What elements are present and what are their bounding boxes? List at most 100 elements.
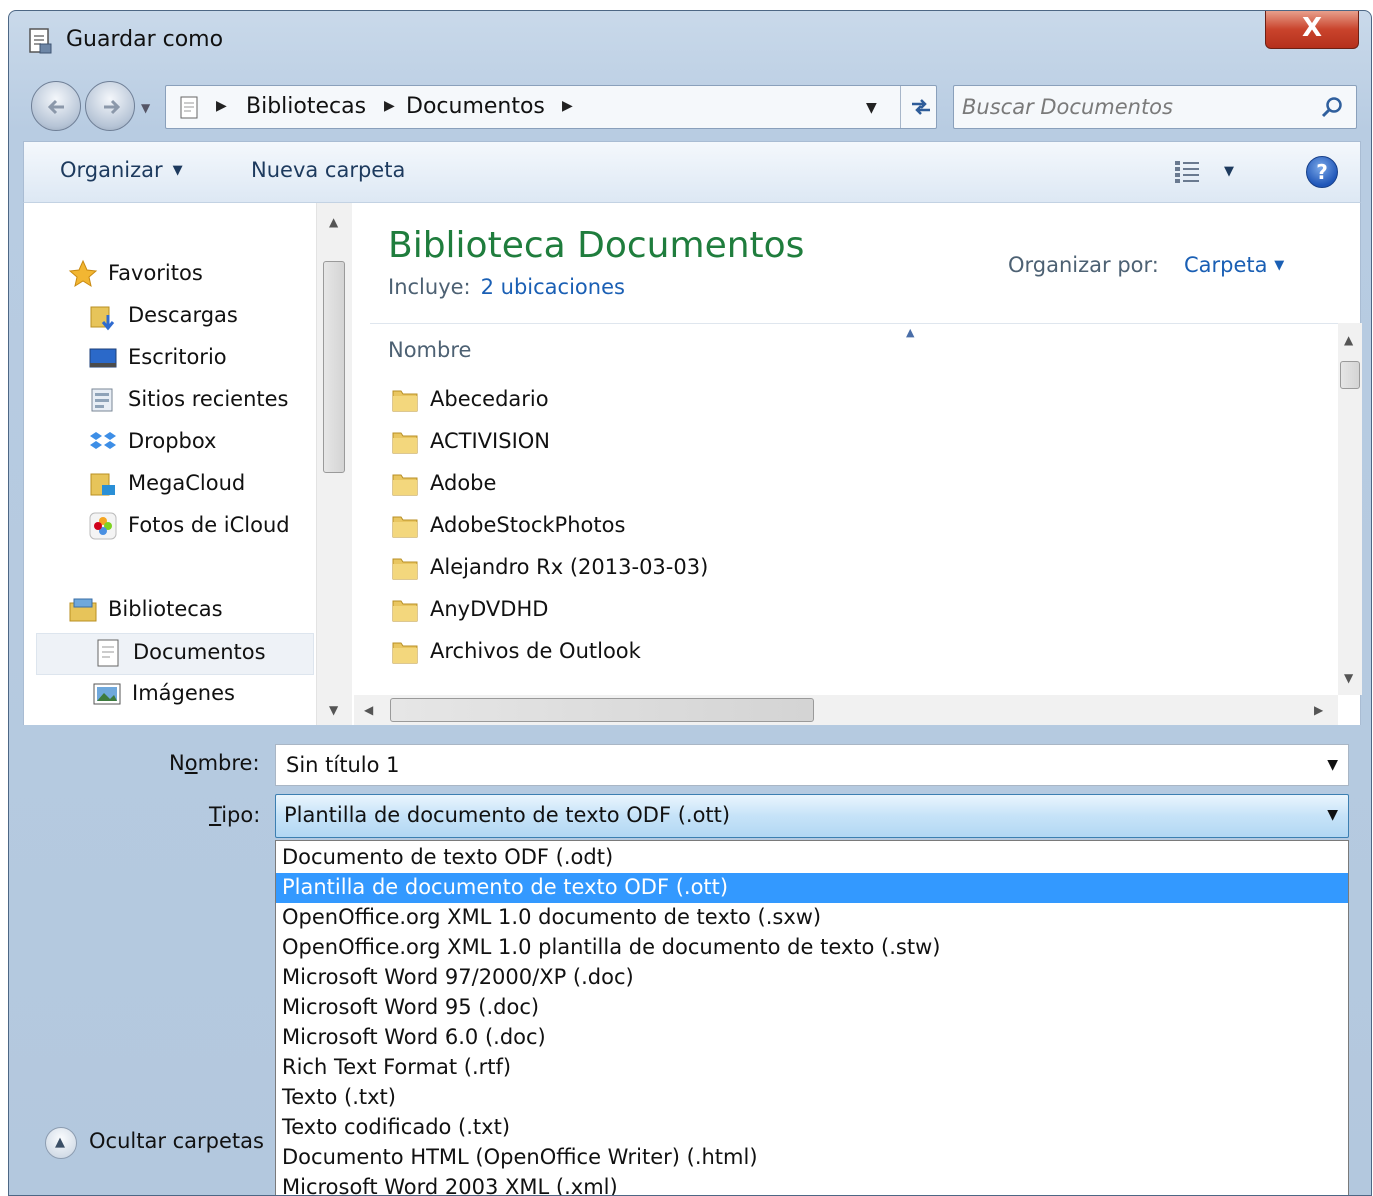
file-type-option[interactable]: Microsoft Word 97/2000/XP (.doc)	[276, 963, 1348, 993]
file-type-option[interactable]: Plantilla de documento de texto ODF (.ot…	[276, 873, 1348, 903]
back-button[interactable]	[31, 81, 81, 131]
forward-arrow-icon	[104, 99, 121, 115]
file-type-select[interactable]: Plantilla de documento de texto ODF (.ot…	[275, 794, 1349, 838]
folder-icon	[392, 600, 418, 622]
refresh-button[interactable]	[900, 86, 938, 128]
scroll-left-icon[interactable]: ◀	[364, 703, 373, 717]
view-options-chevron-icon[interactable]: ▼	[1224, 164, 1234, 179]
file-type-option[interactable]: Rich Text Format (.rtf)	[276, 1053, 1348, 1083]
save-as-dialog: Guardar como X ▼ ▶ Bibliotecas ▶ Documen…	[8, 10, 1372, 1196]
chevron-up-icon: ▲	[45, 1127, 77, 1159]
recent-pages-chevron-icon[interactable]: ▼	[141, 101, 150, 115]
filename-input[interactable]	[286, 750, 1286, 780]
scrollbar-thumb[interactable]	[1340, 361, 1360, 389]
search-input[interactable]	[962, 92, 1302, 122]
scroll-down-icon[interactable]: ▼	[1344, 671, 1353, 685]
file-type-option[interactable]: Documento HTML (OpenOffice Writer) (.htm…	[276, 1143, 1348, 1173]
file-list-item[interactable]: AnyDVDHD	[370, 589, 1330, 631]
filename-field[interactable]: ▼	[275, 744, 1349, 786]
file-type-option[interactable]: OpenOffice.org XML 1.0 documento de text…	[276, 903, 1348, 933]
file-list: Abecedario ACTIVISION Adobe AdobeStockPhoto…	[370, 379, 1338, 695]
scroll-up-icon[interactable]: ▲	[1344, 333, 1353, 347]
search-icon[interactable]	[1320, 96, 1344, 120]
file-list-item[interactable]: Archivos de Outlook	[370, 631, 1330, 673]
chevron-down-icon: ▼	[1274, 258, 1285, 273]
folder-icon	[392, 474, 418, 496]
window-title: Guardar como	[66, 27, 224, 52]
help-icon[interactable]: ?	[1306, 156, 1338, 188]
navigation-pane-scrollbar[interactable]: ▲ ▼	[316, 203, 352, 725]
scrollbar-thumb[interactable]	[390, 698, 814, 722]
star-icon	[68, 259, 98, 288]
library-title: Biblioteca Documentos	[388, 225, 805, 266]
view-options-icon[interactable]	[1174, 160, 1204, 184]
nav-item-documentos[interactable]: Documentos	[36, 633, 314, 675]
file-list-item[interactable]: ACTIVISION	[370, 421, 1330, 463]
scroll-right-icon[interactable]: ▶	[1314, 703, 1323, 717]
breadcrumb-documentos[interactable]: Documentos	[406, 94, 545, 119]
scrollbar-thumb[interactable]	[323, 261, 345, 473]
name-column-header[interactable]: ▲ Nombre	[370, 323, 1338, 379]
megacloud-folder-icon	[90, 473, 115, 496]
file-type-option[interactable]: Microsoft Word 95 (.doc)	[276, 993, 1348, 1023]
locations-link[interactable]: 2 ubicaciones	[481, 275, 625, 299]
filename-label: Nombre:	[169, 751, 260, 775]
chevron-down-icon[interactable]: ▼	[1327, 807, 1338, 823]
file-type-option[interactable]: Microsoft Word 2003 XML (.xml)	[276, 1173, 1348, 1195]
folder-icon	[392, 642, 418, 664]
file-type-dropdown-list: Documento de texto ODF (.odt) Plantilla d…	[275, 840, 1349, 1195]
breadcrumb-arrow-icon[interactable]: ▶	[384, 98, 395, 114]
file-name: Alejandro Rx (2013-03-03)	[430, 555, 709, 579]
file-list-item[interactable]: Abecedario	[370, 379, 1330, 421]
chevron-down-icon: ▼	[172, 163, 183, 178]
folder-icon	[392, 516, 418, 538]
document-icon	[180, 96, 198, 119]
file-type-option[interactable]: Texto (.txt)	[276, 1083, 1348, 1113]
close-button[interactable]: X	[1265, 11, 1359, 49]
main-content: Favoritos Descargas Escritorio Sitios re…	[23, 203, 1362, 725]
refresh-icon	[912, 99, 930, 115]
breadcrumb-bibliotecas[interactable]: Bibliotecas	[246, 94, 366, 119]
file-list-item[interactable]: Adobe	[370, 463, 1330, 505]
scroll-down-icon[interactable]: ▼	[329, 703, 338, 717]
address-dropdown-icon[interactable]: ▼	[866, 100, 877, 116]
file-type-option[interactable]: Texto codificado (.txt)	[276, 1113, 1348, 1143]
scroll-up-icon[interactable]: ▲	[329, 215, 338, 229]
libraries-icon	[69, 598, 97, 622]
icloud-photos-icon	[89, 512, 117, 540]
file-list-horizontal-scrollbar[interactable]: ◀ ▶	[354, 695, 1338, 725]
search-box[interactable]	[953, 85, 1357, 129]
recent-places-icon	[91, 388, 113, 412]
new-folder-button[interactable]: Nueva carpeta	[251, 158, 405, 182]
file-name: Abecedario	[430, 387, 549, 411]
file-list-item[interactable]: AdobeStockPhotos	[370, 505, 1330, 547]
folder-icon	[392, 432, 418, 454]
file-list-item[interactable]: Alejandro Rx (2013-03-03)	[370, 547, 1330, 589]
back-arrow-icon	[47, 99, 64, 115]
title-bar[interactable]: Guardar como X	[9, 11, 1371, 69]
folder-icon	[392, 558, 418, 580]
file-type-option[interactable]: Microsoft Word 6.0 (.doc)	[276, 1023, 1348, 1053]
arrange-by-label: Organizar por:	[1008, 253, 1159, 277]
desktop-icon	[89, 348, 117, 368]
file-name: AdobeStockPhotos	[430, 513, 626, 537]
documents-library-icon	[97, 639, 119, 667]
file-type-option[interactable]: OpenOffice.org XML 1.0 plantilla de docu…	[276, 933, 1348, 963]
library-includes: Incluye: 2 ubicaciones	[388, 275, 625, 299]
command-bar: Organizar ▼ Nueva carpeta ▼ ?	[23, 141, 1361, 203]
breadcrumb-arrow-icon[interactable]: ▶	[562, 98, 573, 114]
file-name: AnyDVDHD	[430, 597, 549, 621]
save-document-icon	[29, 28, 52, 54]
breadcrumb-arrow-icon[interactable]: ▶	[216, 98, 227, 114]
chevron-down-icon[interactable]: ▼	[1327, 757, 1338, 773]
file-type-label: Tipo:	[209, 803, 261, 827]
arrange-by-dropdown[interactable]: Carpeta ▼	[1184, 253, 1284, 277]
downloads-folder-icon	[90, 306, 115, 331]
file-list-vertical-scrollbar[interactable]: ▲ ▼	[1338, 323, 1362, 695]
address-bar[interactable]: ▶ Bibliotecas ▶ Documentos ▶ ▼	[165, 85, 937, 129]
folder-icon	[392, 390, 418, 412]
file-type-option[interactable]: Documento de texto ODF (.odt)	[276, 843, 1348, 873]
organize-button[interactable]: Organizar ▼	[60, 158, 183, 182]
forward-button[interactable]	[85, 81, 135, 131]
sort-ascending-icon: ▲	[906, 326, 915, 339]
